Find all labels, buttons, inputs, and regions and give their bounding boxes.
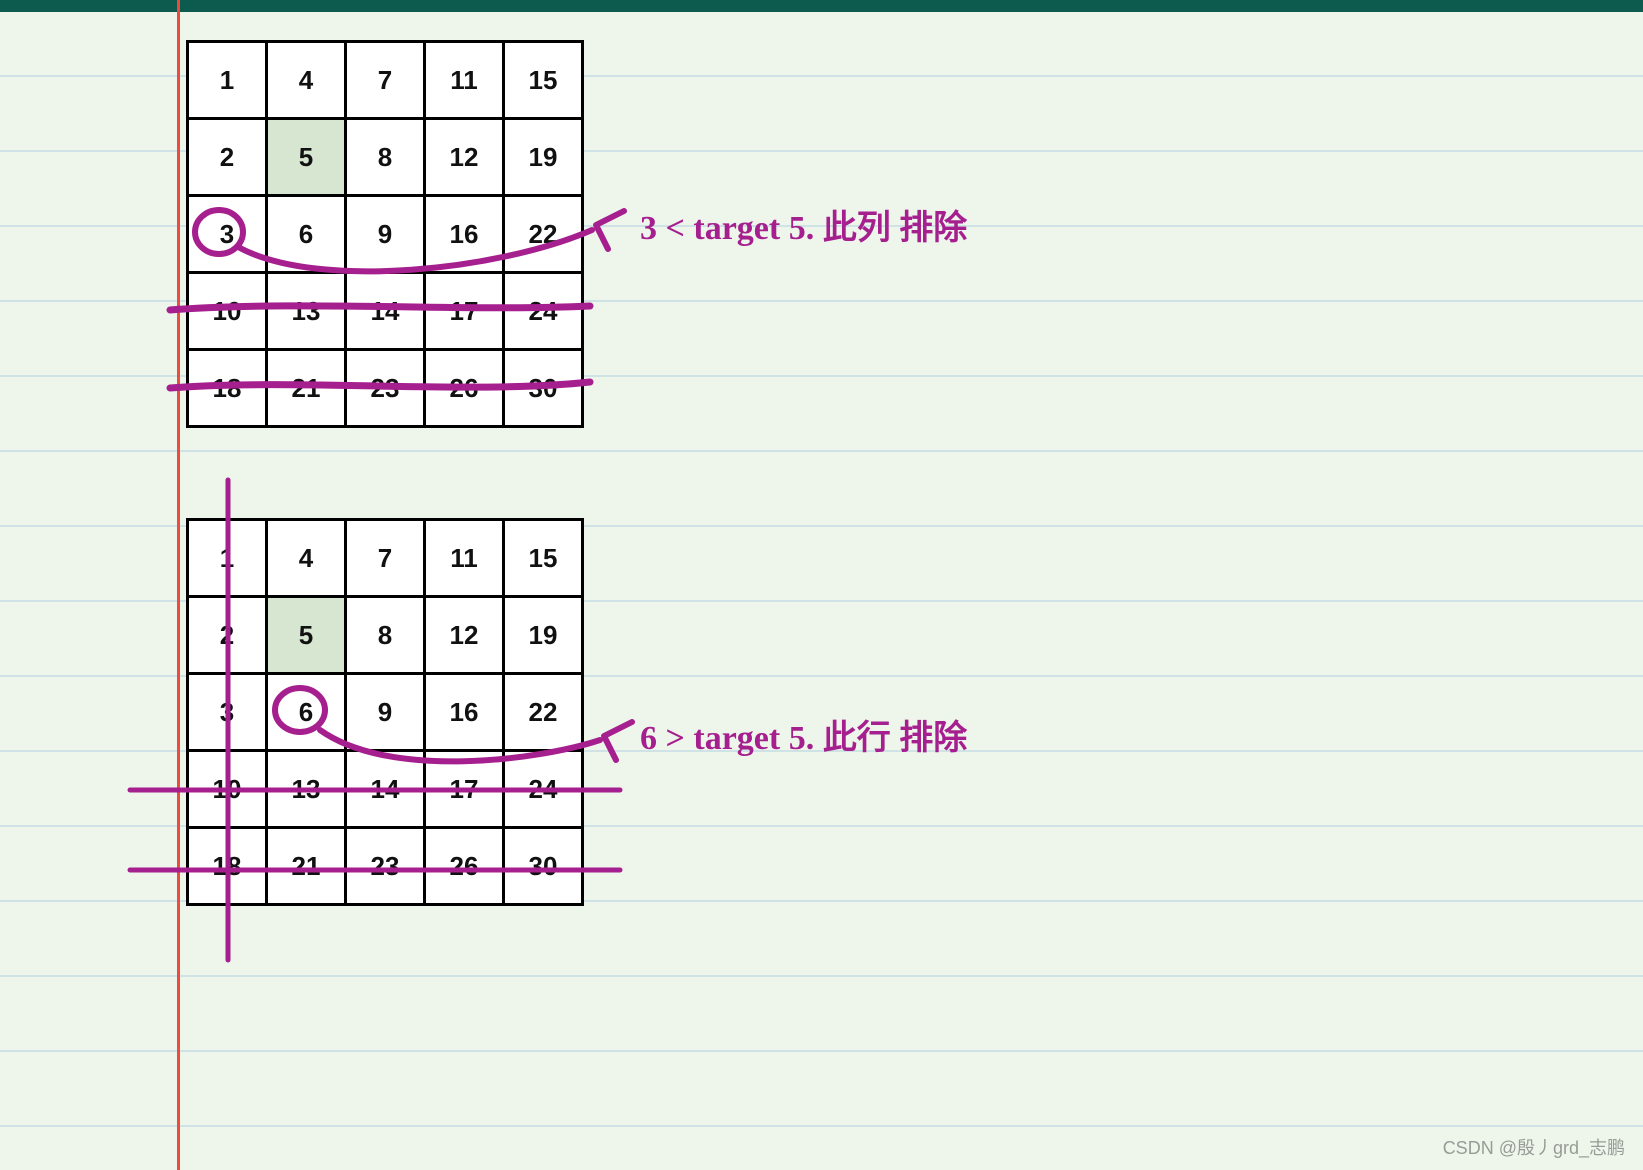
matrix-2-cell: 11	[425, 520, 504, 597]
watermark: CSDN @殷丿grd_志鹏	[1443, 1134, 1625, 1160]
matrix-1-cell: 1	[188, 42, 267, 119]
matrix-2: 1471115258121936916221013141724182123263…	[186, 518, 584, 906]
matrix-2-cell: 2	[188, 597, 267, 674]
matrix-2-row: 1013141724	[188, 751, 583, 828]
matrix-2-row: 3691622	[188, 674, 583, 751]
matrix-1-cell: 14	[346, 273, 425, 350]
matrix-1-cell: 17	[425, 273, 504, 350]
matrix-2-cell: 13	[267, 751, 346, 828]
matrix-2-cell: 9	[346, 674, 425, 751]
matrix-2-cell: 1	[188, 520, 267, 597]
top-bar	[0, 0, 1643, 12]
matrix-1-cell: 11	[425, 42, 504, 119]
matrix-1-cell: 7	[346, 42, 425, 119]
matrix-2-cell: 21	[267, 828, 346, 905]
matrix-1-cell: 5	[267, 119, 346, 196]
matrix-1-cell: 15	[504, 42, 583, 119]
matrix-1-cell: 19	[504, 119, 583, 196]
matrix-1-cell: 10	[188, 273, 267, 350]
matrix-2-cell: 6	[267, 674, 346, 751]
matrix-1-cell: 16	[425, 196, 504, 273]
matrix-2-cell: 15	[504, 520, 583, 597]
matrix-1-row: 1821232630	[188, 350, 583, 427]
matrix-2-cell: 18	[188, 828, 267, 905]
matrix-2-cell: 22	[504, 674, 583, 751]
paper-rule	[0, 1050, 1643, 1052]
matrix-1-cell: 4	[267, 42, 346, 119]
matrix-1-cell: 26	[425, 350, 504, 427]
matrix-1-cell: 2	[188, 119, 267, 196]
paper-rule	[0, 1125, 1643, 1127]
matrix-2-cell: 5	[267, 597, 346, 674]
annotation-1: 3 < target 5. 此列 排除	[640, 200, 967, 249]
paper-rule	[0, 975, 1643, 977]
paper-rule	[0, 450, 1643, 452]
matrix-1-row: 2581219	[188, 119, 583, 196]
matrix-2-cell: 24	[504, 751, 583, 828]
matrix-1-cell: 22	[504, 196, 583, 273]
matrix-2-row: 1471115	[188, 520, 583, 597]
matrix-2-cell: 16	[425, 674, 504, 751]
matrix-1-row: 1471115	[188, 42, 583, 119]
matrix-2-cell: 19	[504, 597, 583, 674]
matrix-1-row: 1013141724	[188, 273, 583, 350]
matrix-1-cell: 13	[267, 273, 346, 350]
matrix-2-cell: 26	[425, 828, 504, 905]
matrix-2-cell: 4	[267, 520, 346, 597]
matrix-1-cell: 24	[504, 273, 583, 350]
matrix-1-cell: 23	[346, 350, 425, 427]
paper-margin-line	[177, 0, 180, 1170]
matrix-1-cell: 21	[267, 350, 346, 427]
matrix-2-cell: 12	[425, 597, 504, 674]
matrix-2-row: 1821232630	[188, 828, 583, 905]
matrix-2-cell: 3	[188, 674, 267, 751]
matrix-1-cell: 8	[346, 119, 425, 196]
matrix-1-cell: 6	[267, 196, 346, 273]
matrix-2-cell: 14	[346, 751, 425, 828]
matrix-2-row: 2581219	[188, 597, 583, 674]
matrix-1-cell: 3	[188, 196, 267, 273]
annotation-2: 6 > target 5. 此行 排除	[640, 710, 967, 759]
matrix-2-cell: 30	[504, 828, 583, 905]
matrix-2-cell: 10	[188, 751, 267, 828]
matrix-1-cell: 12	[425, 119, 504, 196]
matrix-1-row: 3691622	[188, 196, 583, 273]
matrix-1-cell: 9	[346, 196, 425, 273]
matrix-1-cell: 18	[188, 350, 267, 427]
matrix-2-cell: 23	[346, 828, 425, 905]
matrix-1: 1471115258121936916221013141724182123263…	[186, 40, 584, 428]
matrix-2-cell: 8	[346, 597, 425, 674]
matrix-1-cell: 30	[504, 350, 583, 427]
matrix-2-cell: 17	[425, 751, 504, 828]
matrix-2-cell: 7	[346, 520, 425, 597]
page-canvas: 1471115258121936916221013141724182123263…	[0, 0, 1643, 1170]
